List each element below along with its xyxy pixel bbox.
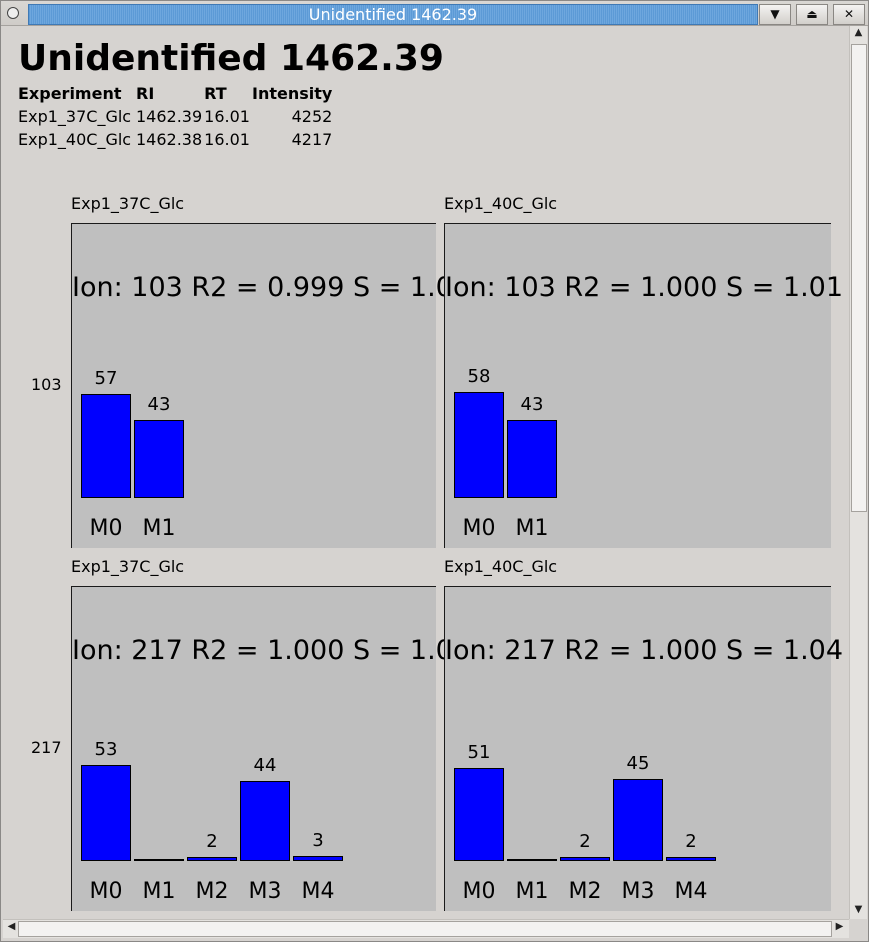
- bar-value-label: 58: [467, 366, 491, 387]
- maximize-icon: ⏏: [806, 7, 818, 21]
- category-label: M4: [301, 879, 335, 904]
- header-rt: RT: [204, 84, 227, 103]
- category-label: M4: [674, 879, 708, 904]
- table-row: Exp1_37C_Glc 1462.39 16.01 4252: [18, 105, 334, 128]
- minimize-icon: ▼: [770, 7, 780, 21]
- info-table-header: Experiment RI RT Intensity: [18, 82, 334, 105]
- scroll-up-icon[interactable]: ▲: [850, 27, 867, 38]
- category-label: M0: [89, 516, 123, 541]
- cell-experiment: Exp1_37C_Glc: [18, 107, 132, 126]
- category-label: M0: [462, 879, 496, 904]
- header-intensity: Intensity: [251, 84, 333, 103]
- category-label: M3: [248, 879, 282, 904]
- bar-m3: [240, 781, 290, 861]
- bar-value-label: 53: [94, 739, 118, 760]
- vertical-scroll-thumb[interactable]: [851, 44, 867, 512]
- bar-m4: [666, 857, 716, 861]
- isotopologue-bar-chart: Ion: 217 R2 = 1.000 S = 1.03 53 M0 M1 2 M2 44 M…: [71, 586, 471, 911]
- content-area: Unidentified 1462.39 Experiment RI RT In…: [3, 26, 849, 919]
- maximize-button[interactable]: ⏏: [796, 4, 828, 25]
- cell-experiment: Exp1_40C_Glc: [18, 130, 132, 149]
- scroll-down-icon[interactable]: ▼: [850, 904, 867, 915]
- bar-m1: [507, 420, 557, 498]
- horizontal-scroll-thumb[interactable]: [18, 921, 832, 937]
- bar-m2: [187, 857, 237, 861]
- category-label: M0: [89, 879, 123, 904]
- bar-value-label: 57: [94, 368, 118, 389]
- scroll-right-icon[interactable]: ▶: [831, 921, 848, 932]
- bar-value-label: 2: [579, 831, 591, 852]
- category-label: M3: [621, 879, 655, 904]
- close-button[interactable]: ✕: [833, 4, 865, 25]
- bar-m0: [454, 768, 504, 861]
- bar-value-label: 45: [626, 753, 650, 774]
- title-bar[interactable]: Unidentified 1462.39 ▼ ⏏ ✕: [1, 1, 868, 26]
- bar-m0: [81, 394, 131, 498]
- isotopologue-bar-chart: Ion: 217 R2 = 1.000 S = 1.04 51 M0 M1 2 M2 45 M…: [444, 586, 844, 911]
- bar-m2: [560, 857, 610, 861]
- isotopologue-bar-chart: Ion: 103 R2 = 1.000 S = 1.01 58 M0 43 M1: [444, 223, 844, 548]
- plot-experiment-label: Exp1_37C_Glc: [71, 194, 185, 213]
- category-label: M0: [462, 516, 496, 541]
- close-icon: ✕: [843, 7, 855, 21]
- plot-experiment-label: Exp1_37C_Glc: [71, 557, 185, 576]
- chart-title: Ion: 217 R2 = 1.000 S = 1.03: [72, 635, 471, 666]
- bar-m1: [507, 859, 557, 861]
- bar-m1: [134, 859, 184, 861]
- minimize-button[interactable]: ▼: [759, 4, 791, 25]
- row-label-103: 103: [31, 375, 62, 394]
- category-label: M1: [515, 879, 549, 904]
- cell-ri: 1462.38: [136, 130, 203, 149]
- bar-value-label: 3: [312, 830, 324, 851]
- window-menu-icon[interactable]: [7, 7, 19, 19]
- cell-intensity: 4252: [291, 107, 333, 126]
- bar-m0: [81, 765, 131, 861]
- bar-m3: [613, 779, 663, 861]
- info-table: Experiment RI RT Intensity Exp1_37C_Glc …: [18, 82, 334, 151]
- bar-value-label: 2: [206, 831, 218, 852]
- horizontal-scrollbar[interactable]: ◀ ▶: [3, 919, 849, 938]
- table-row: Exp1_40C_Glc 1462.38 16.01 4217: [18, 128, 334, 151]
- bar-m4: [293, 856, 343, 861]
- cell-ri: 1462.39: [136, 107, 203, 126]
- chart-title: Ion: 103 R2 = 1.000 S = 1.01: [445, 272, 844, 303]
- bar-value-label: 43: [520, 394, 544, 415]
- cell-intensity: 4217: [291, 130, 333, 149]
- bar-value-label: 2: [685, 831, 697, 852]
- plot-experiment-label: Exp1_40C_Glc: [444, 557, 558, 576]
- vertical-scrollbar[interactable]: ▲ ▼: [849, 26, 867, 919]
- header-ri: RI: [136, 84, 155, 103]
- cell-rt: 16.01: [204, 107, 250, 126]
- chart-title: Ion: 217 R2 = 1.000 S = 1.04: [445, 635, 844, 666]
- row-label-217: 217: [31, 738, 62, 757]
- bar-value-label: 44: [253, 755, 277, 776]
- category-label: M2: [195, 879, 229, 904]
- category-label: M2: [568, 879, 602, 904]
- bar-m1: [134, 420, 184, 498]
- scroll-corner: [849, 919, 867, 938]
- bar-value-label: 51: [467, 742, 491, 763]
- isotopologue-bar-chart: Ion: 103 R2 = 0.999 S = 1.01 57 M0 43 M1: [71, 223, 471, 548]
- chart-title: Ion: 103 R2 = 0.999 S = 1.01: [72, 272, 471, 303]
- category-label: M1: [142, 879, 176, 904]
- plot-experiment-label: Exp1_40C_Glc: [444, 194, 558, 213]
- bar-value-label: 43: [147, 394, 171, 415]
- cell-rt: 16.01: [204, 130, 250, 149]
- bar-m0: [454, 392, 504, 498]
- header-experiment: Experiment: [18, 84, 122, 103]
- category-label: M1: [515, 516, 549, 541]
- page-title: Unidentified 1462.39: [18, 38, 444, 79]
- category-label: M1: [142, 516, 176, 541]
- window-title: Unidentified 1462.39: [308, 5, 478, 24]
